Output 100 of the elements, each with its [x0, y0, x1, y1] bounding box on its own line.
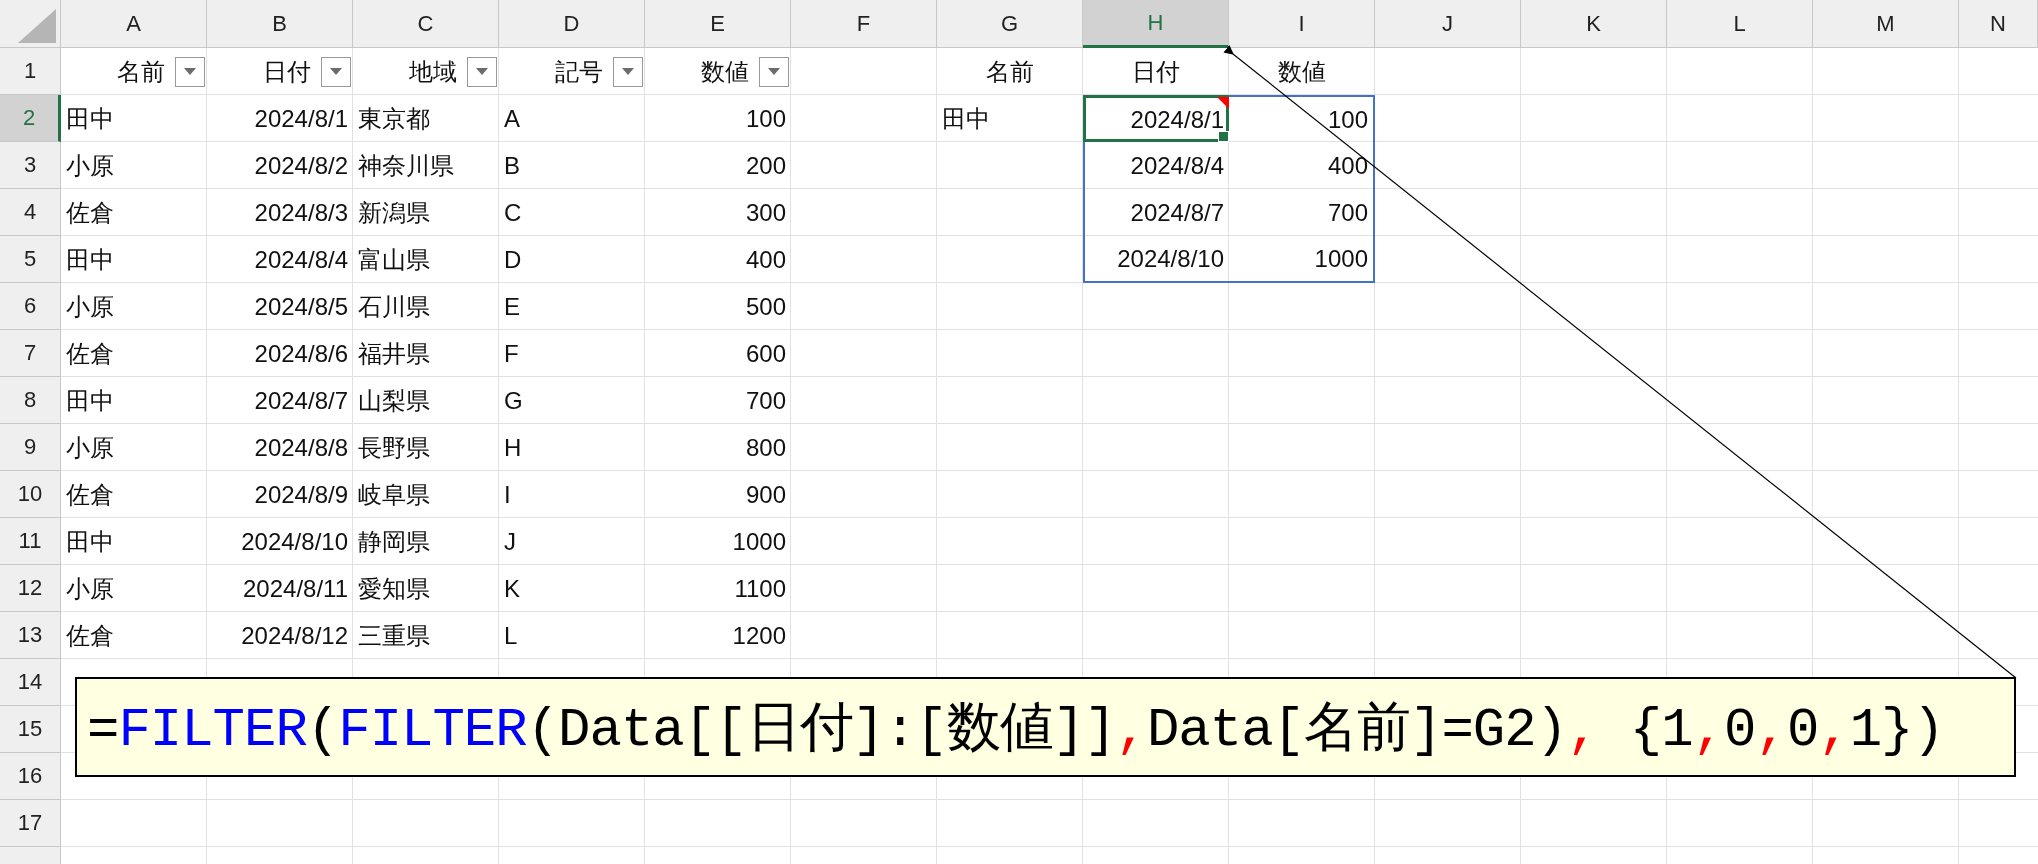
column-header[interactable]: N — [1959, 0, 2038, 48]
table-cell: C — [504, 198, 522, 227]
row-header[interactable]: 7 — [0, 330, 61, 377]
table-cell: B — [504, 151, 520, 180]
triangle-icon — [18, 9, 56, 43]
table-cell-text: 田中 — [66, 385, 114, 416]
column-header[interactable]: I — [1229, 0, 1375, 48]
row-header[interactable]: 12 — [0, 565, 61, 612]
table-cell-text: 小原 — [66, 432, 114, 463]
row-header[interactable]: 5 — [0, 236, 61, 283]
table-cell-text: 佐倉 — [66, 620, 114, 651]
row-header[interactable]: 16 — [0, 753, 61, 800]
table-cell: 2024/8/12 — [241, 621, 348, 650]
table-cell: 2024/8/4 — [254, 245, 348, 274]
column-header[interactable]: D — [499, 0, 645, 48]
table-cell-text: 小原 — [66, 573, 114, 604]
row-header[interactable]: 1 — [0, 48, 61, 95]
result-cell[interactable]: 2024/8/7 — [1083, 189, 1229, 236]
column-header[interactable]: B — [207, 0, 353, 48]
table-cell: J — [504, 527, 516, 556]
table-cell: 400 — [745, 245, 786, 274]
caret-icon — [476, 68, 488, 75]
table-cell: I — [504, 480, 511, 509]
result-cell[interactable]: 700 — [1229, 189, 1375, 236]
fill-handle[interactable] — [1218, 131, 1229, 142]
row-header[interactable]: 4 — [0, 189, 61, 236]
table-cell-text: 静岡県 — [358, 526, 430, 557]
table-cell-text: 石川県 — [358, 291, 430, 322]
column-header[interactable]: F — [791, 0, 937, 48]
row-header[interactable]: 13 — [0, 612, 61, 659]
table-cell-text: 長野県 — [358, 432, 430, 463]
table-cell-text: 佐倉 — [66, 197, 114, 228]
table-cell-text: 福井県 — [358, 338, 430, 369]
caret-icon — [330, 68, 342, 75]
result-cell[interactable]: 100 — [1229, 95, 1375, 142]
table-cell-text: 富山県 — [358, 244, 430, 275]
table-cell-text: 佐倉 — [66, 479, 114, 510]
row-header[interactable]: 2 — [0, 95, 61, 142]
table-cell: D — [504, 245, 522, 274]
table-cell: L — [504, 621, 518, 650]
table-cell-text: 山梨県 — [358, 385, 430, 416]
result-cell[interactable]: 400 — [1229, 142, 1375, 189]
filter-dropdown-button[interactable] — [321, 56, 351, 87]
column-header[interactable]: A — [61, 0, 207, 48]
column-header[interactable]: E — [645, 0, 791, 48]
column-header-text: 地域 — [409, 56, 457, 87]
caret-icon — [184, 68, 196, 75]
column-header-text: 数値 — [1278, 56, 1326, 87]
filter-dropdown-button[interactable] — [175, 56, 205, 87]
result-cell[interactable]: 2024/8/4 — [1083, 142, 1229, 189]
table-cell-text: 小原 — [66, 291, 114, 322]
table-cell: 300 — [745, 198, 786, 227]
table-cell: 2024/8/11 — [243, 574, 348, 603]
result-cell[interactable]: 2024/8/1 — [1083, 95, 1229, 142]
table-cell-text: 東京都 — [358, 103, 430, 134]
row-header[interactable]: 9 — [0, 424, 61, 471]
formula-text: =FILTER(FILTER(Data[[日付]:[数値]],Data[名前]=G2), {1,0,0,1}) — [87, 698, 1944, 763]
row-header[interactable]: 8 — [0, 377, 61, 424]
table-cell-text: 佐倉 — [66, 338, 114, 369]
filter-dropdown-button[interactable] — [613, 56, 643, 87]
row-header[interactable]: 3 — [0, 142, 61, 189]
result-cell[interactable]: 1000 — [1229, 236, 1375, 283]
table-cell: 500 — [745, 292, 786, 321]
table-cell: 2024/8/1 — [254, 104, 348, 133]
column-header[interactable]: C — [353, 0, 499, 48]
table-cell: 100 — [745, 104, 786, 133]
table-cell-text: 三重県 — [358, 620, 430, 651]
row-header[interactable]: 14 — [0, 659, 61, 706]
row-header[interactable]: 17 — [0, 800, 61, 847]
table-cell: E — [504, 292, 520, 321]
column-header[interactable]: H — [1083, 0, 1229, 48]
caret-icon — [622, 68, 634, 75]
table-cell: 200 — [745, 151, 786, 180]
table-cell: K — [504, 574, 520, 603]
table-cell-text: 田中 — [66, 526, 114, 557]
row-header[interactable]: 11 — [0, 518, 61, 565]
filter-dropdown-button[interactable] — [467, 56, 497, 87]
table-cell: 800 — [745, 433, 786, 462]
table-cell: 1000 — [732, 527, 786, 556]
table-cell: 900 — [745, 480, 786, 509]
table-cell: 2024/8/6 — [254, 339, 348, 368]
column-header[interactable]: G — [937, 0, 1083, 48]
result-cell[interactable]: 2024/8/10 — [1083, 236, 1229, 283]
column-header[interactable]: M — [1813, 0, 1959, 48]
row-header[interactable]: 6 — [0, 283, 61, 330]
table-cell: 2024/8/10 — [241, 527, 348, 556]
table-cell: 2024/8/7 — [254, 386, 348, 415]
filter-dropdown-button[interactable] — [759, 56, 789, 87]
row-header[interactable]: 15 — [0, 706, 61, 753]
caret-icon — [768, 68, 780, 75]
table-cell-text: 岐阜県 — [358, 479, 430, 510]
table-cell: 2024/8/5 — [254, 292, 348, 321]
table-cell: A — [504, 104, 520, 133]
table-cell-text: 田中 — [942, 103, 990, 134]
column-header[interactable]: K — [1521, 0, 1667, 48]
column-header[interactable]: L — [1667, 0, 1813, 48]
row-header[interactable]: 10 — [0, 471, 61, 518]
column-header-text: 名前 — [117, 56, 165, 87]
table-cell-text: 新潟県 — [358, 197, 430, 228]
column-header[interactable]: J — [1375, 0, 1521, 48]
